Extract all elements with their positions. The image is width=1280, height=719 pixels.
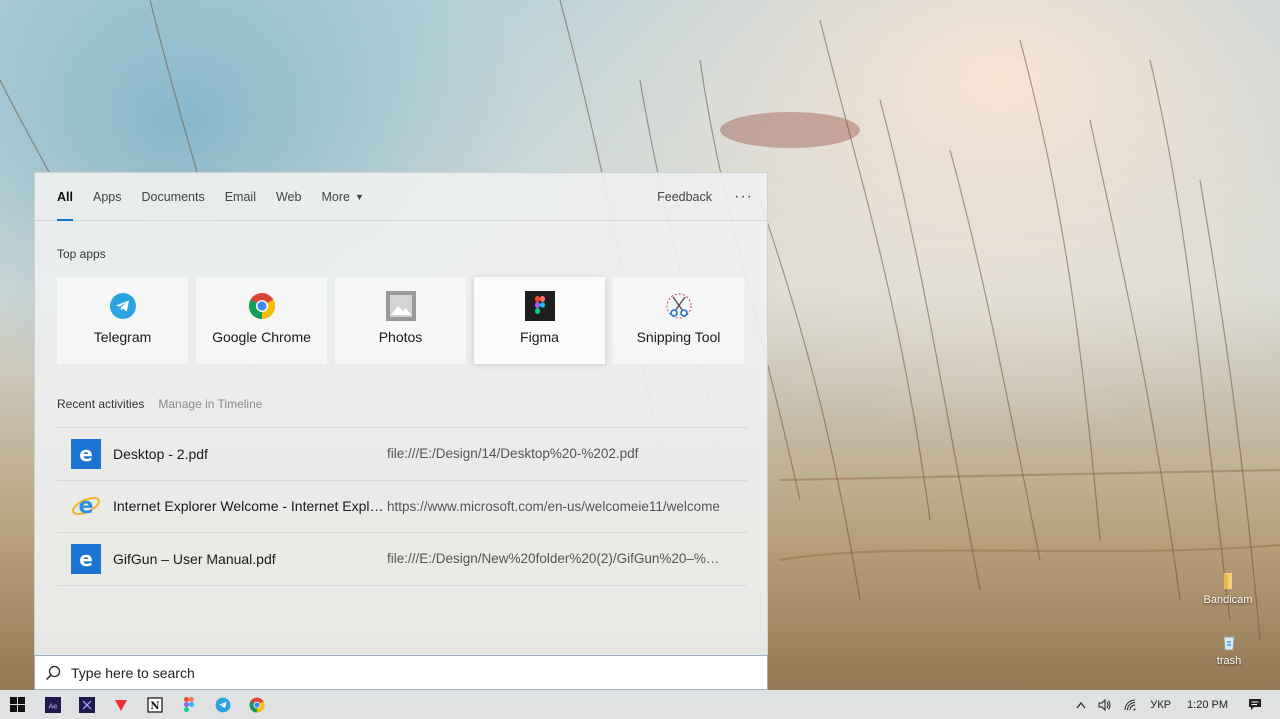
tab-more[interactable]: More ▼ — [311, 173, 373, 221]
chrome-icon — [247, 291, 277, 321]
edge-icon: e — [71, 543, 101, 574]
telegram-icon — [215, 697, 231, 712]
feedback-link[interactable]: Feedback — [657, 190, 712, 204]
svg-text:e: e — [79, 442, 93, 466]
recent-activities-header: Recent activities Manage in Timeline — [57, 397, 262, 411]
svg-text:N: N — [150, 701, 159, 712]
figma-icon — [184, 696, 194, 712]
taskbar-app-notion[interactable]: N — [138, 690, 172, 719]
search-icon — [35, 665, 71, 681]
activity-path: file:///E:/Design/14/Desktop%20-%202.pdf — [387, 446, 639, 462]
svg-text:e: e — [79, 494, 94, 519]
wifi-icon — [1124, 699, 1136, 710]
language-indicator[interactable]: УКР — [1144, 699, 1177, 711]
tab-all[interactable]: All — [47, 173, 83, 221]
chrome-icon — [249, 697, 265, 712]
tab-web[interactable]: Web — [266, 173, 311, 221]
chevron-up-icon — [1076, 701, 1086, 708]
windows-start-icon — [9, 697, 25, 712]
photos-icon — [385, 291, 416, 321]
app-label: Google Chrome — [212, 329, 311, 345]
folder-icon — [1219, 572, 1237, 590]
notion-icon: N — [147, 696, 163, 713]
speaker-icon — [1098, 698, 1111, 711]
show-hidden-icons-button[interactable] — [1070, 701, 1092, 709]
taskbar-app-figma[interactable] — [172, 690, 206, 719]
app-tile-snipping-tool[interactable]: Snipping Tool — [613, 277, 744, 364]
system-tray: УКР 1:20 PM — [1070, 690, 1280, 719]
app-label: Figma — [520, 329, 559, 345]
clock[interactable]: 1:20 PM — [1177, 699, 1242, 711]
activity-path: file:///E:/Design/New%20folder%20(2)/Gif… — [387, 551, 721, 567]
notification-icon — [1249, 699, 1261, 710]
app-label: Photos — [378, 329, 423, 345]
manage-in-timeline-link[interactable]: Manage in Timeline — [158, 397, 262, 411]
svg-text:Ae: Ae — [49, 702, 58, 710]
tab-more-label: More — [321, 189, 350, 204]
snipping-tool-icon — [664, 291, 694, 321]
desktop-icon-label: Bandicam — [1203, 594, 1253, 606]
top-apps-title: Top apps — [57, 247, 106, 261]
desktop-icon-trash[interactable]: trash — [1194, 633, 1264, 667]
figma-icon — [524, 291, 555, 321]
app-tile-figma[interactable]: Figma — [474, 277, 605, 364]
more-options-button[interactable]: ··· — [734, 188, 753, 206]
search-panel: All Apps Documents Email Web More ▼ Feed… — [34, 172, 768, 655]
taskbar-app-after-effects[interactable]: Ae — [36, 690, 70, 719]
search-input[interactable] — [71, 664, 671, 681]
volume-button[interactable] — [1092, 698, 1118, 711]
caret-down-icon: ▼ — [354, 191, 364, 202]
search-bar — [34, 655, 768, 690]
tab-apps[interactable]: Apps — [83, 173, 132, 221]
recycle-bin-icon — [1220, 633, 1238, 651]
activity-name: GifGun – User Manual.pdf — [113, 550, 276, 567]
desktop-icon-bandicam[interactable]: Bandicam — [1193, 572, 1263, 606]
network-button[interactable] — [1118, 699, 1144, 711]
tab-email[interactable]: Email — [215, 173, 266, 221]
top-apps-list: Telegram Google Chrome Photos Figma Snip… — [57, 277, 744, 364]
tab-documents[interactable]: Documents — [131, 173, 214, 221]
app-tile-photos[interactable]: Photos — [335, 277, 466, 364]
list-item[interactable]: e Internet Explorer Welcome - Internet E… — [57, 481, 747, 533]
premiere-icon — [79, 696, 95, 713]
activity-name: Desktop - 2.pdf — [113, 445, 208, 462]
app-label: Telegram — [93, 329, 152, 345]
activity-path: https://www.microsoft.com/en-us/welcomei… — [387, 498, 720, 514]
activity-name: Internet Explorer Welcome - Internet Exp… — [113, 498, 387, 515]
internet-explorer-icon: e — [71, 491, 101, 521]
recent-activities-list: e Desktop - 2.pdf file:///E:/Design/14/D… — [57, 427, 747, 586]
vivaldi-icon — [115, 699, 127, 711]
app-label: Snipping Tool — [636, 329, 721, 345]
after-effects-icon: Ae — [45, 696, 61, 713]
recent-activities-title: Recent activities — [57, 397, 145, 411]
list-item[interactable]: e GifGun – User Manual.pdf file:///E:/De… — [57, 533, 747, 586]
taskbar-app-chrome[interactable] — [240, 690, 274, 719]
start-button[interactable] — [0, 690, 34, 719]
svg-text:e: e — [79, 547, 93, 571]
taskbar-app-telegram[interactable] — [206, 690, 240, 719]
desktop-icon-label: trash — [1216, 655, 1242, 667]
taskbar-app-premiere[interactable] — [70, 690, 104, 719]
taskbar-app-vivaldi[interactable] — [104, 690, 138, 719]
list-item[interactable]: e Desktop - 2.pdf file:///E:/Design/14/D… — [57, 428, 747, 481]
search-tabs: All Apps Documents Email Web More ▼ Feed… — [35, 173, 767, 221]
app-tile-chrome[interactable]: Google Chrome — [196, 277, 327, 364]
taskbar: Ae N УКР 1:20 PM — [0, 690, 1280, 719]
edge-icon: e — [71, 438, 101, 469]
action-center-button[interactable] — [1242, 698, 1280, 711]
app-tile-telegram[interactable]: Telegram — [57, 277, 188, 364]
telegram-icon — [108, 291, 138, 321]
